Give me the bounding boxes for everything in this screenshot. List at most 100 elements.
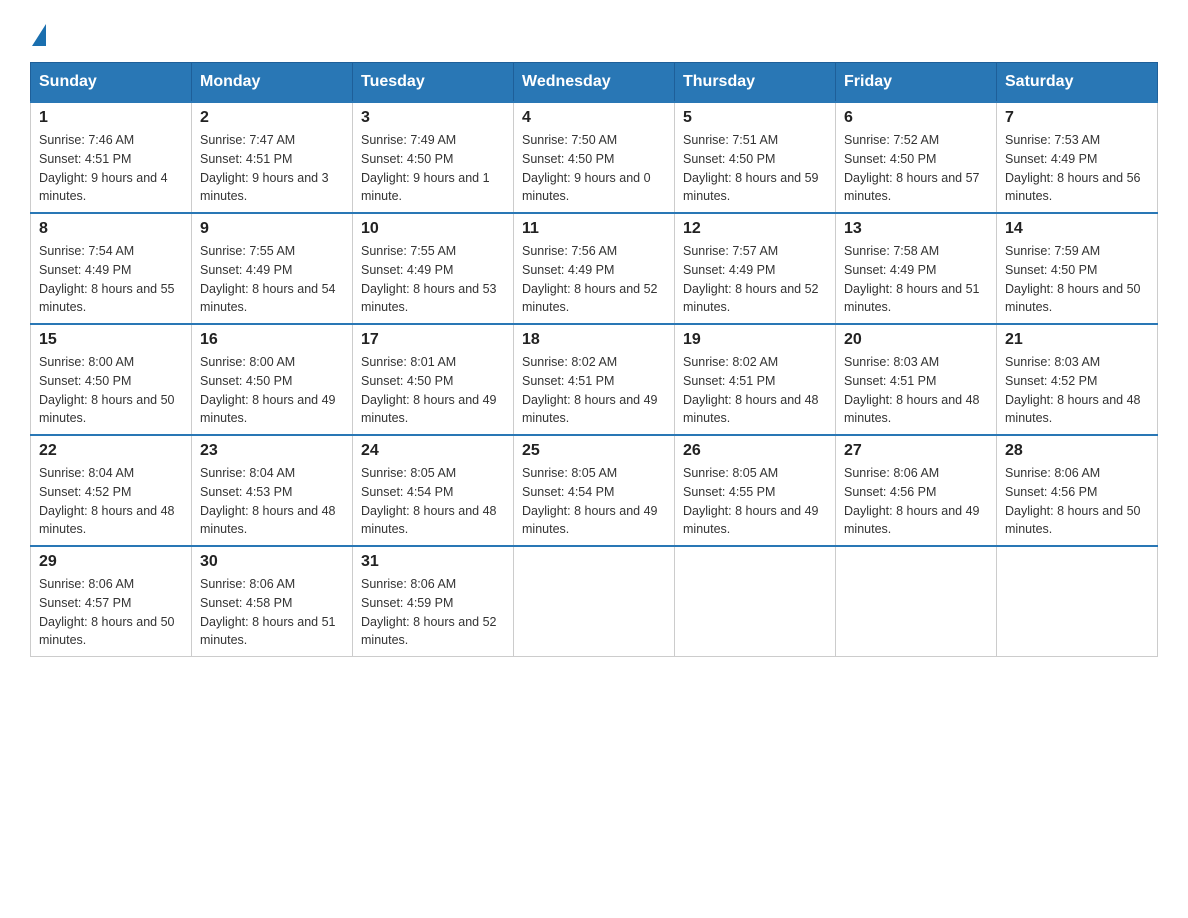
calendar-cell: 15 Sunrise: 8:00 AM Sunset: 4:50 PM Dayl… <box>31 324 192 435</box>
calendar-cell: 22 Sunrise: 8:04 AM Sunset: 4:52 PM Dayl… <box>31 435 192 546</box>
day-info: Sunrise: 8:04 AM Sunset: 4:52 PM Dayligh… <box>39 464 183 539</box>
day-number: 7 <box>1005 109 1149 127</box>
calendar-cell: 2 Sunrise: 7:47 AM Sunset: 4:51 PM Dayli… <box>192 102 353 213</box>
day-number: 19 <box>683 331 827 349</box>
day-number: 9 <box>200 220 344 238</box>
day-info: Sunrise: 7:53 AM Sunset: 4:49 PM Dayligh… <box>1005 131 1149 206</box>
calendar-cell: 10 Sunrise: 7:55 AM Sunset: 4:49 PM Dayl… <box>353 213 514 324</box>
day-info: Sunrise: 8:05 AM Sunset: 4:54 PM Dayligh… <box>522 464 666 539</box>
day-number: 6 <box>844 109 988 127</box>
calendar-cell: 20 Sunrise: 8:03 AM Sunset: 4:51 PM Dayl… <box>836 324 997 435</box>
day-number: 30 <box>200 553 344 571</box>
calendar-cell: 18 Sunrise: 8:02 AM Sunset: 4:51 PM Dayl… <box>514 324 675 435</box>
calendar-cell: 30 Sunrise: 8:06 AM Sunset: 4:58 PM Dayl… <box>192 546 353 657</box>
calendar-cell: 3 Sunrise: 7:49 AM Sunset: 4:50 PM Dayli… <box>353 102 514 213</box>
day-number: 18 <box>522 331 666 349</box>
day-info: Sunrise: 8:00 AM Sunset: 4:50 PM Dayligh… <box>200 353 344 428</box>
calendar-cell: 8 Sunrise: 7:54 AM Sunset: 4:49 PM Dayli… <box>31 213 192 324</box>
day-number: 27 <box>844 442 988 460</box>
day-info: Sunrise: 8:06 AM Sunset: 4:58 PM Dayligh… <box>200 575 344 650</box>
day-number: 17 <box>361 331 505 349</box>
day-number: 14 <box>1005 220 1149 238</box>
logo <box>30 20 46 42</box>
day-number: 26 <box>683 442 827 460</box>
calendar-day-header: Saturday <box>997 63 1158 103</box>
calendar-cell: 28 Sunrise: 8:06 AM Sunset: 4:56 PM Dayl… <box>997 435 1158 546</box>
calendar-table: SundayMondayTuesdayWednesdayThursdayFrid… <box>30 62 1158 657</box>
calendar-cell: 17 Sunrise: 8:01 AM Sunset: 4:50 PM Dayl… <box>353 324 514 435</box>
calendar-cell: 16 Sunrise: 8:00 AM Sunset: 4:50 PM Dayl… <box>192 324 353 435</box>
calendar-day-header: Monday <box>192 63 353 103</box>
day-number: 2 <box>200 109 344 127</box>
calendar-cell: 4 Sunrise: 7:50 AM Sunset: 4:50 PM Dayli… <box>514 102 675 213</box>
day-info: Sunrise: 8:05 AM Sunset: 4:54 PM Dayligh… <box>361 464 505 539</box>
calendar-week-row: 8 Sunrise: 7:54 AM Sunset: 4:49 PM Dayli… <box>31 213 1158 324</box>
day-info: Sunrise: 7:56 AM Sunset: 4:49 PM Dayligh… <box>522 242 666 317</box>
day-info: Sunrise: 7:54 AM Sunset: 4:49 PM Dayligh… <box>39 242 183 317</box>
calendar-week-row: 29 Sunrise: 8:06 AM Sunset: 4:57 PM Dayl… <box>31 546 1158 657</box>
day-info: Sunrise: 7:47 AM Sunset: 4:51 PM Dayligh… <box>200 131 344 206</box>
day-info: Sunrise: 7:46 AM Sunset: 4:51 PM Dayligh… <box>39 131 183 206</box>
day-number: 25 <box>522 442 666 460</box>
day-number: 24 <box>361 442 505 460</box>
day-number: 5 <box>683 109 827 127</box>
day-number: 23 <box>200 442 344 460</box>
day-number: 4 <box>522 109 666 127</box>
day-number: 28 <box>1005 442 1149 460</box>
day-info: Sunrise: 7:49 AM Sunset: 4:50 PM Dayligh… <box>361 131 505 206</box>
day-number: 31 <box>361 553 505 571</box>
day-info: Sunrise: 8:06 AM Sunset: 4:56 PM Dayligh… <box>1005 464 1149 539</box>
day-info: Sunrise: 8:03 AM Sunset: 4:51 PM Dayligh… <box>844 353 988 428</box>
day-info: Sunrise: 8:06 AM Sunset: 4:59 PM Dayligh… <box>361 575 505 650</box>
day-info: Sunrise: 7:51 AM Sunset: 4:50 PM Dayligh… <box>683 131 827 206</box>
day-info: Sunrise: 7:52 AM Sunset: 4:50 PM Dayligh… <box>844 131 988 206</box>
day-info: Sunrise: 8:06 AM Sunset: 4:56 PM Dayligh… <box>844 464 988 539</box>
calendar-cell: 23 Sunrise: 8:04 AM Sunset: 4:53 PM Dayl… <box>192 435 353 546</box>
calendar-cell: 7 Sunrise: 7:53 AM Sunset: 4:49 PM Dayli… <box>997 102 1158 213</box>
day-number: 1 <box>39 109 183 127</box>
day-info: Sunrise: 7:59 AM Sunset: 4:50 PM Dayligh… <box>1005 242 1149 317</box>
calendar-cell: 19 Sunrise: 8:02 AM Sunset: 4:51 PM Dayl… <box>675 324 836 435</box>
calendar-cell <box>675 546 836 657</box>
calendar-header-row: SundayMondayTuesdayWednesdayThursdayFrid… <box>31 63 1158 103</box>
day-number: 12 <box>683 220 827 238</box>
day-info: Sunrise: 7:58 AM Sunset: 4:49 PM Dayligh… <box>844 242 988 317</box>
day-info: Sunrise: 8:04 AM Sunset: 4:53 PM Dayligh… <box>200 464 344 539</box>
calendar-cell: 24 Sunrise: 8:05 AM Sunset: 4:54 PM Dayl… <box>353 435 514 546</box>
day-number: 11 <box>522 220 666 238</box>
calendar-cell: 11 Sunrise: 7:56 AM Sunset: 4:49 PM Dayl… <box>514 213 675 324</box>
day-number: 15 <box>39 331 183 349</box>
day-info: Sunrise: 8:00 AM Sunset: 4:50 PM Dayligh… <box>39 353 183 428</box>
calendar-week-row: 22 Sunrise: 8:04 AM Sunset: 4:52 PM Dayl… <box>31 435 1158 546</box>
day-info: Sunrise: 8:01 AM Sunset: 4:50 PM Dayligh… <box>361 353 505 428</box>
day-info: Sunrise: 7:57 AM Sunset: 4:49 PM Dayligh… <box>683 242 827 317</box>
calendar-cell: 1 Sunrise: 7:46 AM Sunset: 4:51 PM Dayli… <box>31 102 192 213</box>
day-info: Sunrise: 8:06 AM Sunset: 4:57 PM Dayligh… <box>39 575 183 650</box>
calendar-cell <box>514 546 675 657</box>
calendar-cell: 21 Sunrise: 8:03 AM Sunset: 4:52 PM Dayl… <box>997 324 1158 435</box>
calendar-cell: 29 Sunrise: 8:06 AM Sunset: 4:57 PM Dayl… <box>31 546 192 657</box>
calendar-day-header: Tuesday <box>353 63 514 103</box>
calendar-cell <box>997 546 1158 657</box>
day-number: 20 <box>844 331 988 349</box>
calendar-cell: 26 Sunrise: 8:05 AM Sunset: 4:55 PM Dayl… <box>675 435 836 546</box>
calendar-day-header: Friday <box>836 63 997 103</box>
calendar-cell: 13 Sunrise: 7:58 AM Sunset: 4:49 PM Dayl… <box>836 213 997 324</box>
page-header <box>30 20 1158 42</box>
calendar-day-header: Wednesday <box>514 63 675 103</box>
day-number: 13 <box>844 220 988 238</box>
calendar-day-header: Sunday <box>31 63 192 103</box>
day-number: 22 <box>39 442 183 460</box>
calendar-cell: 31 Sunrise: 8:06 AM Sunset: 4:59 PM Dayl… <box>353 546 514 657</box>
day-number: 3 <box>361 109 505 127</box>
day-number: 21 <box>1005 331 1149 349</box>
calendar-cell <box>836 546 997 657</box>
day-number: 29 <box>39 553 183 571</box>
calendar-week-row: 1 Sunrise: 7:46 AM Sunset: 4:51 PM Dayli… <box>31 102 1158 213</box>
day-info: Sunrise: 8:03 AM Sunset: 4:52 PM Dayligh… <box>1005 353 1149 428</box>
day-number: 8 <box>39 220 183 238</box>
calendar-cell: 6 Sunrise: 7:52 AM Sunset: 4:50 PM Dayli… <box>836 102 997 213</box>
day-info: Sunrise: 7:55 AM Sunset: 4:49 PM Dayligh… <box>361 242 505 317</box>
day-info: Sunrise: 7:55 AM Sunset: 4:49 PM Dayligh… <box>200 242 344 317</box>
calendar-cell: 5 Sunrise: 7:51 AM Sunset: 4:50 PM Dayli… <box>675 102 836 213</box>
